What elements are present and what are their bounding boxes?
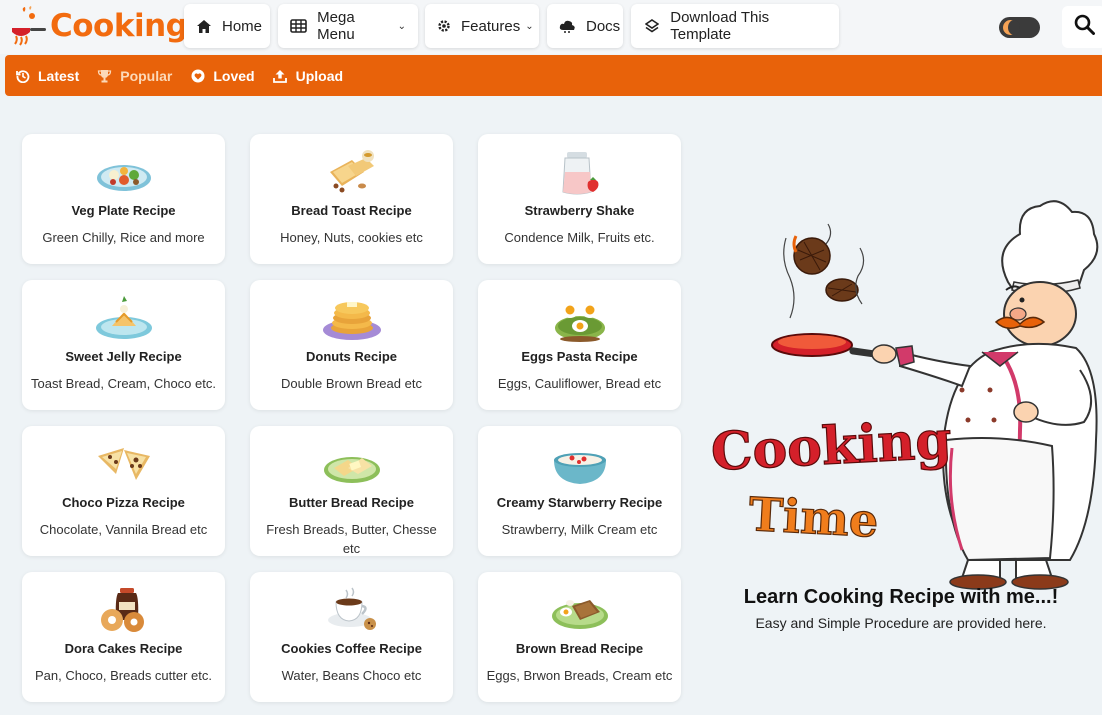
coffee-cup-icon	[322, 584, 382, 634]
recipe-desc: Toast Bread, Cream, Choco etc.	[31, 376, 216, 391]
search-icon	[1074, 14, 1095, 40]
recipe-title: Brown Bread Recipe	[515, 641, 644, 656]
search-button[interactable]	[1062, 6, 1102, 48]
subnav-upload[interactable]: Upload	[273, 68, 343, 84]
donut-jar-icon	[94, 584, 154, 634]
recipe-card[interactable]: Veg Plate Recipe Green Chilly, Rice and …	[22, 134, 225, 264]
upload-icon	[273, 68, 288, 83]
chef-hero-illustration: Cooking Time	[700, 190, 1102, 590]
nav-home-button[interactable]: Home	[184, 4, 270, 48]
recipe-card[interactable]: Sweet Jelly Recipe Toast Bread, Cream, C…	[22, 280, 225, 410]
subnav-latest[interactable]: Latest	[15, 68, 79, 84]
recipe-title: Creamy Starwberry Recipe	[496, 495, 663, 510]
chef-character	[871, 200, 1099, 590]
patty-icon	[792, 235, 831, 275]
gear-icon	[437, 17, 451, 35]
sweet-jelly-icon	[94, 292, 154, 342]
subnav-loved[interactable]: Loved	[190, 67, 255, 84]
recipe-desc: Fresh Breads, Butter, Chesse etc	[266, 522, 437, 556]
nav-features-button[interactable]: Features ⌄	[425, 4, 539, 48]
subnav-upload-label: Upload	[295, 67, 344, 84]
patty-icon	[825, 278, 859, 302]
recipe-desc: Condence Milk, Fruits etc.	[504, 230, 655, 245]
strawberry-shake-icon	[550, 146, 610, 196]
recipe-desc: Pan, Choco, Breads cutter etc.	[34, 668, 213, 683]
category-bar: Latest Popular Loved Upload	[5, 55, 1102, 96]
nav-features-label: Features	[461, 17, 521, 35]
top-header: Cooking Home Mega Menu ⌄ Features ⌄ Docs…	[0, 0, 1102, 54]
recipe-card[interactable]: Donuts Recipe Double Brown Bread etc	[250, 280, 453, 410]
cream-bowl-icon	[550, 438, 610, 488]
moon-icon	[1003, 20, 1020, 35]
trophy-icon	[97, 68, 112, 83]
recipe-title: Cookies Coffee Recipe	[281, 641, 422, 656]
frying-pan-logo-icon	[10, 6, 48, 46]
subnav-latest-label: Latest	[38, 67, 80, 84]
nav-docs-button[interactable]: Docs	[547, 4, 623, 48]
recipe-desc: Water, Beans Choco etc	[281, 668, 422, 683]
recipe-title: Dora Cakes Recipe	[64, 641, 183, 656]
recipe-title: Butter Bread Recipe	[289, 495, 414, 510]
nav-download-button[interactable]: Download This Template	[631, 4, 839, 48]
recipe-desc: Green Chilly, Rice and more	[42, 230, 205, 245]
recipe-card[interactable]: Eggs Pasta Recipe Eggs, Cauliflower, Bre…	[478, 280, 681, 410]
recipe-card[interactable]: Dora Cakes Recipe Pan, Choco, Breads cut…	[22, 572, 225, 702]
recipe-card[interactable]: Creamy Starwberry Recipe Strawberry, Mil…	[478, 426, 681, 556]
grid-table-icon	[290, 17, 307, 35]
recipe-title: Donuts Recipe	[305, 349, 397, 364]
recipe-desc: Eggs, Cauliflower, Bread etc	[497, 376, 662, 391]
brown-bread-icon	[550, 584, 610, 634]
layers-icon	[643, 17, 660, 35]
recipe-card[interactable]: Choco Pizza Recipe Chocolate, Vannila Br…	[22, 426, 225, 556]
hero-word-cooking: Cooking	[709, 409, 953, 483]
subnav-loved-label: Loved	[213, 67, 255, 84]
chevron-down-icon: ⌄	[525, 20, 534, 32]
frying-pan-icon	[771, 333, 878, 358]
recipe-title: Strawberry Shake	[524, 203, 635, 218]
recipe-card[interactable]: Bread Toast Recipe Honey, Nuts, cookies …	[250, 134, 453, 264]
recipe-desc: Double Brown Bread etc	[281, 376, 422, 391]
recipe-title: Choco Pizza Recipe	[62, 495, 185, 510]
bread-toast-icon	[322, 146, 382, 196]
dark-mode-toggle[interactable]	[999, 17, 1040, 38]
nav-docs-label: Docs	[586, 17, 621, 35]
cloud-icon	[559, 17, 576, 35]
butter-bread-icon	[322, 438, 382, 488]
nav-download-label: Download This Template	[670, 9, 770, 43]
hero-subtitle: Easy and Simple Procedure are provided h…	[755, 615, 1047, 631]
chevron-down-icon: ⌄	[397, 20, 406, 32]
recipe-card[interactable]: Brown Bread Recipe Eggs, Brwon Breads, C…	[478, 572, 681, 702]
egg-toast-icon	[550, 292, 610, 342]
recipe-card[interactable]: Strawberry Shake Condence Milk, Fruits e…	[478, 134, 681, 264]
recipe-title: Veg Plate Recipe	[71, 203, 176, 218]
recipe-title: Eggs Pasta Recipe	[521, 349, 638, 364]
hero-title: Learn Cooking Recipe with me...!	[743, 586, 1059, 608]
recipe-title: Bread Toast Recipe	[291, 203, 412, 218]
recipe-card[interactable]: Butter Bread Recipe Fresh Breads, Butter…	[250, 426, 453, 556]
brand-name: Cooking	[50, 8, 188, 44]
recipe-card[interactable]: Cookies Coffee Recipe Water, Beans Choco…	[250, 572, 453, 702]
recipe-title: Sweet Jelly Recipe	[65, 349, 182, 364]
nav-mega-label: Mega Menu	[317, 9, 355, 43]
heart-icon	[190, 68, 205, 83]
history-icon	[15, 68, 30, 83]
recipe-desc: Chocolate, Vannila Bread etc	[39, 522, 208, 537]
hero-word-time: Time	[747, 487, 879, 548]
veg-plate-icon	[94, 146, 154, 196]
subnav-popular-label: Popular	[120, 67, 173, 84]
nav-mega-menu-button[interactable]: Mega Menu ⌄	[278, 4, 418, 48]
recipe-desc: Strawberry, Milk Cream etc	[501, 522, 658, 537]
site-logo[interactable]: Cooking	[10, 5, 188, 47]
recipe-desc: Honey, Nuts, cookies etc	[280, 230, 423, 245]
home-icon	[196, 17, 212, 35]
recipe-desc: Eggs, Brwon Breads, Cream etc	[486, 668, 673, 683]
pizza-slice-icon	[94, 438, 154, 488]
pancake-icon	[322, 292, 382, 342]
subnav-popular[interactable]: Popular	[97, 68, 172, 84]
nav-home-label: Home	[222, 17, 263, 35]
